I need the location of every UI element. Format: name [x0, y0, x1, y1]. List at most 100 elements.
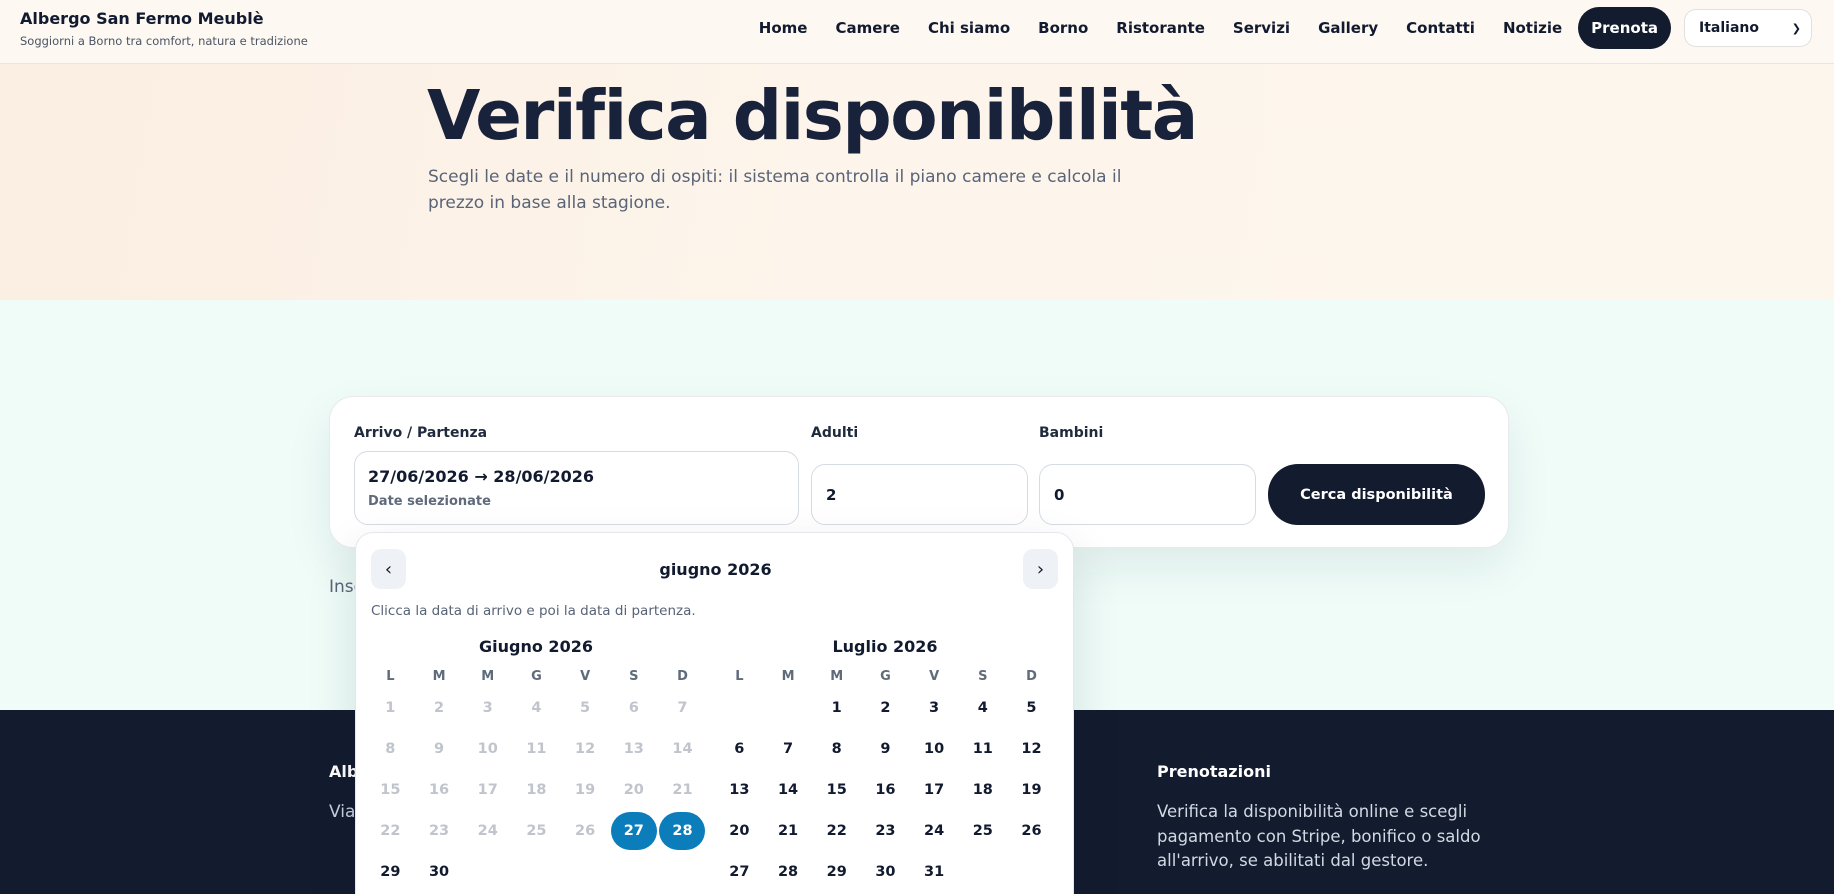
nav-borno[interactable]: Borno: [1038, 19, 1088, 37]
calendar-day-disabled: 1: [385, 699, 396, 716]
weekday: L: [386, 669, 395, 684]
calendar-day[interactable]: 16: [861, 769, 910, 810]
brand-name: Albergo San Fermo Meublè: [20, 9, 264, 28]
calendar-day-disabled: 2: [433, 699, 445, 716]
calendar-day[interactable]: 12: [1007, 728, 1056, 769]
calendar-day[interactable]: 1: [812, 687, 861, 728]
calendar-day[interactable]: 10: [910, 728, 959, 769]
weekday-header: L M M G V S D: [715, 669, 1055, 684]
calendar-day[interactable]: 19: [1007, 769, 1056, 810]
adults-label: Adulti: [811, 425, 859, 441]
month-name: Luglio 2026: [832, 637, 938, 656]
footer-col1-heading: Alb: [329, 762, 359, 781]
calendar-day[interactable]: 18: [958, 769, 1007, 810]
calendar-day[interactable]: 4: [958, 687, 1007, 728]
calendar-day[interactable]: 2: [861, 687, 910, 728]
nav-camere[interactable]: Camere: [835, 19, 900, 37]
nav-servizi[interactable]: Servizi: [1233, 19, 1290, 37]
calendar-day[interactable]: 15: [812, 769, 861, 810]
weekday: M: [830, 669, 844, 684]
calendar-day-selected[interactable]: 27: [609, 810, 658, 851]
calendar-day[interactable]: 25: [958, 810, 1007, 851]
weekday: M: [432, 669, 446, 684]
calendar-day[interactable]: 26: [1007, 810, 1056, 851]
page-title: Verifica disponibilità: [427, 76, 1198, 156]
weekday: L: [735, 669, 744, 684]
calendar-day-disabled: 12: [575, 740, 596, 757]
main-nav: Home Camere Chi siamo Borno Ristorante S…: [731, 7, 1812, 49]
children-input[interactable]: 0: [1039, 464, 1256, 525]
date-picker-popup: ‹ giugno 2026 › Clicca la data di arrivo…: [355, 532, 1074, 894]
nav-notizie[interactable]: Notizie: [1503, 19, 1562, 37]
calendar-day-disabled: 9: [433, 740, 445, 757]
calendar-day[interactable]: 9: [861, 728, 910, 769]
calendar-day[interactable]: 30: [415, 851, 464, 892]
children-label: Bambini: [1039, 425, 1104, 441]
month-july: Luglio 2026 L M M G V S D 1 2 3 4 5 6 7 8 9 10 11 1…: [715, 637, 1055, 892]
brand-tagline: Soggiorni a Borno tra comfort, natura e …: [20, 34, 308, 48]
calendar-day[interactable]: 29: [812, 851, 861, 892]
weekday: V: [580, 669, 591, 684]
calendar-day-disabled: 15: [380, 781, 401, 798]
page-subtitle: Scegli le date e il numero di ospiti: il…: [428, 167, 1122, 213]
calendar-day[interactable]: 30: [861, 851, 910, 892]
nav-home[interactable]: Home: [759, 19, 808, 37]
date-range-field[interactable]: 27/06/2026 → 28/06/2026 Date selezionate: [354, 451, 799, 525]
calendar-day-selected[interactable]: 28: [658, 810, 707, 851]
footer-bookings-heading: Prenotazioni: [1157, 762, 1271, 781]
nav-contatti[interactable]: Contatti: [1406, 19, 1475, 37]
calendar-day[interactable]: 7: [764, 728, 813, 769]
next-month-button[interactable]: ›: [1023, 549, 1058, 589]
calendar-day[interactable]: 24: [910, 810, 959, 851]
calendar-day-disabled: 5: [580, 699, 591, 716]
chevron-down-icon: ❯: [1791, 21, 1801, 35]
calendar-day-disabled: 21: [672, 781, 693, 798]
book-now-button[interactable]: Prenota: [1578, 7, 1671, 49]
calendar-day-disabled: 3: [482, 699, 493, 716]
brand[interactable]: Albergo San Fermo Meublè Soggiorni a Bor…: [20, 9, 308, 48]
calendar-day[interactable]: 14: [764, 769, 813, 810]
search-availability-button[interactable]: Cerca disponibilità: [1268, 464, 1485, 525]
calendar-day[interactable]: 6: [715, 728, 764, 769]
calendar-day[interactable]: 28: [764, 851, 813, 892]
calendar-day[interactable]: 3: [910, 687, 959, 728]
calendar-day-disabled: 20: [623, 781, 644, 798]
calendar-day[interactable]: 11: [958, 728, 1007, 769]
calendar-day[interactable]: 13: [715, 769, 764, 810]
calendar-day-disabled: 24: [477, 822, 498, 839]
calendar-day[interactable]: 5: [1007, 687, 1056, 728]
weekday: M: [481, 669, 495, 684]
calendar-empty-cell: [764, 687, 813, 728]
footer-bookings-text: Verifica la disponibilità online e scegl…: [1157, 802, 1481, 870]
weekday: M: [781, 669, 795, 684]
calendar-day[interactable]: 29: [366, 851, 415, 892]
adults-input[interactable]: 2: [811, 464, 1028, 525]
calendar-day-disabled: 13: [623, 740, 644, 757]
language-select[interactable]: Italiano ❯: [1684, 9, 1812, 47]
calendar-day[interactable]: 21: [764, 810, 813, 851]
calendar-day-disabled: 25: [526, 822, 547, 839]
weekday: D: [677, 669, 688, 684]
nav-chi-siamo[interactable]: Chi siamo: [928, 19, 1010, 37]
weekday: S: [629, 669, 639, 684]
calendar-day[interactable]: 20: [715, 810, 764, 851]
calendar-day-disabled: 19: [575, 781, 596, 798]
calendar-day[interactable]: 31: [910, 851, 959, 892]
nav-gallery[interactable]: Gallery: [1318, 19, 1378, 37]
calendar-day-disabled: 14: [672, 740, 693, 757]
language-value: Italiano: [1699, 20, 1759, 36]
calendar-day[interactable]: 22: [812, 810, 861, 851]
calendar-day-disabled: 11: [526, 740, 547, 757]
calendar-day[interactable]: 27: [715, 851, 764, 892]
day-grid: 1 2 3 4 5 6 7 8 9 10 11 12 13 14 15 16 17 18 19 20 21 22 23 24 2…: [366, 687, 706, 892]
calendar-day-disabled: 26: [575, 822, 596, 839]
calendar-day[interactable]: 8: [812, 728, 861, 769]
calendar-day[interactable]: 23: [861, 810, 910, 851]
weekday: G: [531, 669, 542, 684]
availability-form: Arrivo / Partenza 27/06/2026 → 28/06/202…: [329, 396, 1509, 548]
month-june: Giugno 2026 L M M G V S D 1 2 3 4 5 6 7 8 9 10 11 1…: [366, 637, 706, 892]
nav-ristorante[interactable]: Ristorante: [1116, 19, 1205, 37]
dates-label: Arrivo / Partenza: [354, 425, 488, 441]
calendar-empty-cell: [715, 687, 764, 728]
calendar-day[interactable]: 17: [910, 769, 959, 810]
